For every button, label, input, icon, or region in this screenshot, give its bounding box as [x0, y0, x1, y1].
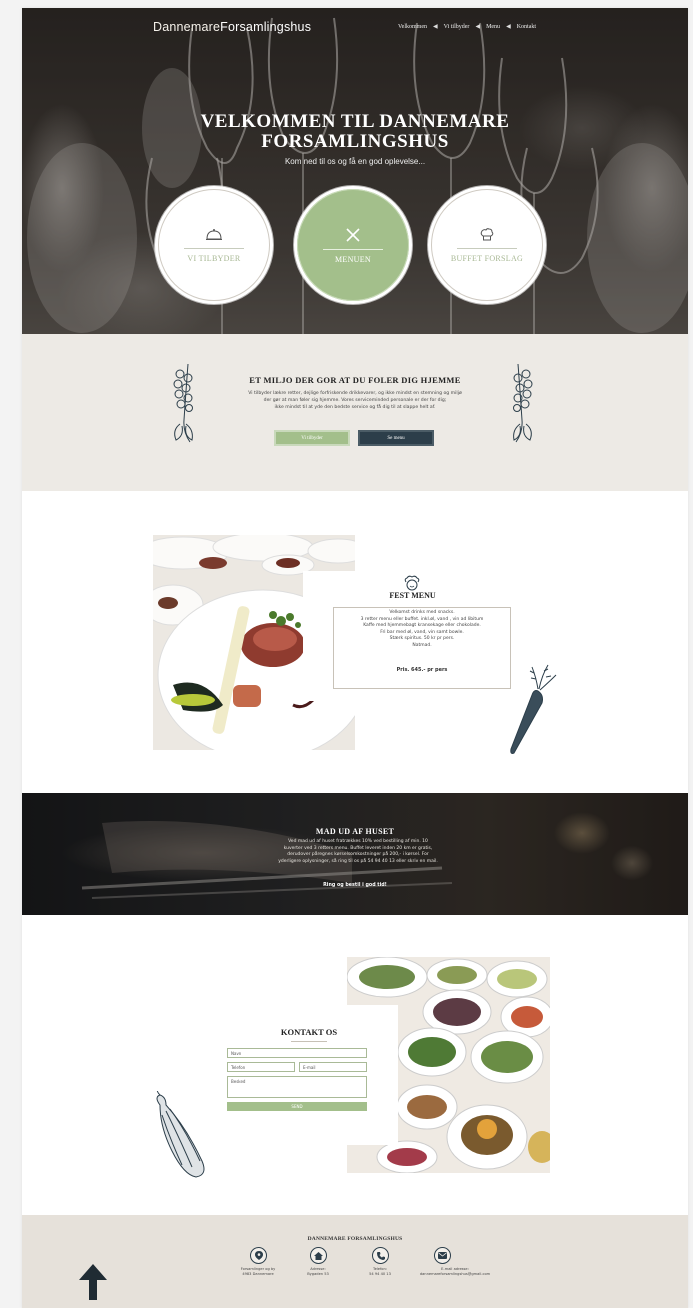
nav-item-menu[interactable]: Menu [486, 24, 500, 30]
fest-menu-line: Natmad. [412, 642, 432, 648]
hero-title-line1: VELKOMMEN TIL DANNEMARE [200, 111, 510, 132]
circle-vi-tilbyder[interactable]: VI TILBYDER [155, 186, 273, 304]
mad-ud-af-huset-section: MAD UD AF HUSET Ved mad ud af huset frat… [22, 793, 688, 915]
circle-label: VI TILBYDER [187, 253, 241, 263]
zucchini-illustration [156, 1091, 205, 1178]
footer-text: dannemareforsamlingshus@gmail.com [419, 1272, 491, 1276]
brand-part1: Dannemare [153, 20, 221, 34]
phone-icon [372, 1247, 389, 1264]
footer-title: DANNEMARE FORSAMLINGSHUS [307, 1236, 403, 1242]
home-icon [310, 1247, 327, 1264]
mad-ud-line: yderligere oplysninger, så ring til os p… [278, 858, 438, 864]
se-menu-button[interactable]: Se menu [358, 430, 434, 446]
cloche-icon [206, 228, 222, 240]
mad-ud-cta[interactable]: Ring og bestil i god tid! [22, 883, 688, 888]
message-textarea[interactable]: Besked [227, 1076, 367, 1098]
carrot-illustration [510, 664, 557, 754]
brand-logo[interactable]: DannemareForsamlingshus [153, 20, 311, 34]
miljo-description: Vi tilbyder lækre retter, dejlige forfri… [202, 390, 508, 411]
berries-illustration-right [513, 363, 533, 443]
miljo-line: der gør at man føler sig hjemme. Vores s… [263, 398, 447, 403]
mad-ud-title: MAD UD AF HUSET [315, 827, 395, 836]
circle-inner: BUFFET FORSLAG [431, 189, 543, 301]
kontakt-underline [291, 1041, 327, 1042]
footer-text: 54 94 40 13 [369, 1272, 391, 1276]
fest-menu-card: FEST MENU Velkomst drinks med snacks. 3 … [303, 571, 522, 701]
nav-item-velkommen[interactable]: Velkommen [398, 24, 427, 30]
circle-inner: VI TILBYDER [158, 189, 270, 301]
nav-separator-icon: ◀ [433, 24, 438, 30]
nav-item-vi-tilbyder[interactable]: Vi tilbyder [444, 24, 470, 30]
miljo-title: ET MILJO DER GOR AT DU FOLER DIG HJEMME [249, 375, 461, 385]
mad-ud-description: Ved mad ud af huset fratrækkes 10% ved b… [233, 839, 483, 865]
fest-menu-title: FEST MENU [389, 591, 436, 600]
footer-email: E-mail adresse: dannemareforsamlingshus@… [407, 1267, 503, 1277]
nav-separator-icon: ◀ [475, 24, 481, 30]
mad-ud-line: Ved mad ud af huset fratrækkes 10% ved b… [288, 839, 428, 844]
page: DannemareForsamlingshus Velkommen ◀ Vi t… [22, 8, 688, 1308]
scroll-top-arrow-icon[interactable] [77, 1262, 109, 1300]
chef-face-icon [404, 575, 420, 591]
brand-part2: Forsamlingshus [220, 20, 312, 34]
name-input[interactable]: Navn [227, 1048, 367, 1058]
mad-ud-line: kuverter ved 3 retters menu. Buffet leve… [283, 845, 433, 851]
circle-label: MENUEN [334, 254, 372, 264]
fork-knife-icon [346, 227, 360, 242]
hero-section: DannemareForsamlingshus Velkommen ◀ Vi t… [22, 8, 688, 334]
phone-input[interactable]: Telefon [227, 1062, 295, 1072]
footer-phone: Telefon: 54 94 40 13 [345, 1267, 415, 1277]
chef-hat-icon [480, 227, 494, 240]
circle-label: BUFFET FORSLAG [450, 253, 524, 263]
fest-menu-section: FEST MENU Velkomst drinks med snacks. 3 … [22, 491, 688, 791]
hero-title-line2: FORSAMLINGSHUS [261, 131, 449, 152]
vi-tilbyder-button[interactable]: Vi tilbyder [274, 430, 350, 446]
hero-title: VELKOMMEN TIL DANNEMARE FORSAMLINGSHUS [22, 112, 688, 152]
email-icon [434, 1247, 451, 1264]
circle-rule [323, 248, 383, 250]
kontakt-title: KONTAKT OS [280, 1027, 338, 1037]
fest-menu-lines: Velkomst drinks med snacks. 3 retter men… [333, 610, 511, 649]
circle-menuen[interactable]: MENUEN [294, 186, 412, 304]
email-input[interactable]: E-mail [299, 1062, 367, 1072]
main-nav: Velkommen ◀ Vi tilbyder ◀ Menu ◀ Kontakt [398, 23, 536, 31]
miljo-line: ikke mindst til at yde den bedste servic… [274, 405, 436, 410]
footer: DANNEMARE FORSAMLINGSHUS Forsamlinger og… [22, 1215, 688, 1308]
location-pin-icon [250, 1247, 267, 1264]
circle-buffet-forslag[interactable]: BUFFET FORSLAG [428, 186, 546, 304]
footer-address: Adresse: Bygaden 53 [283, 1267, 353, 1277]
berries-illustration [173, 363, 193, 443]
miljo-section: ET MILJO DER GOR AT DU FOLER DIG HJEMME … [22, 334, 688, 491]
circle-inner: MENUEN [297, 189, 409, 301]
send-button[interactable]: SEND [227, 1102, 367, 1111]
hero-subtitle: Kom ned til os og få en god oplevelse... [284, 157, 426, 166]
mad-ud-line: derudover påregnes kørselsomkostninger p… [287, 852, 429, 858]
miljo-line: Vi tilbyder lækre retter, dejlige forfri… [248, 391, 462, 396]
fest-menu-price: Pris. 645.- pr pers [396, 667, 448, 673]
circle-rule [457, 247, 517, 249]
kontakt-card: KONTAKT OS Navn Telefon E-mail Besked SE… [220, 1005, 398, 1145]
nav-item-kontakt[interactable]: Kontakt [517, 24, 536, 30]
nav-separator-icon: ◀ [506, 24, 511, 30]
circle-rule [184, 247, 244, 249]
footer-text: Bygaden 53 [307, 1272, 329, 1276]
kontakt-section: KONTAKT OS Navn Telefon E-mail Besked SE… [22, 915, 688, 1215]
